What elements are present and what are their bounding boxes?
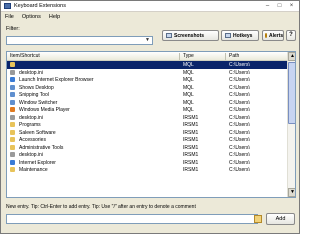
list-item[interactable]: Launch Internet Explorer Browser MQL C:\… [7,76,287,84]
list-item[interactable]: Accessories IRSM1 C:\Users\ [7,136,287,144]
new-entry-input[interactable] [6,214,258,224]
alerts-button[interactable]: Alerts [262,30,284,41]
media-player-icon [10,107,15,112]
list-item[interactable]: desktop.ini MQL C:\Users\ [7,69,287,77]
list-rows: MQL C:\Users\ desktop.ini MQL C:\Users\ … [7,61,287,174]
column-type-header[interactable]: Type [183,53,194,59]
list-item[interactable]: desktop.ini IRSM1 C:\Users\ [7,151,287,159]
maximize-button[interactable]: □ [275,3,284,10]
list-item[interactable]: Programs IRSM1 C:\Users\ [7,121,287,129]
list-item[interactable]: Maintenance IRSM1 C:\Users\ [7,166,287,174]
file-icon [10,69,15,75]
folder-icon [10,62,15,67]
app-window: Keyboard Extensions – □ × File Options H… [0,0,300,234]
window-title: Keyboard Extensions [14,3,66,9]
filter-combobox[interactable] [6,36,153,45]
add-button[interactable]: Add [266,213,295,225]
chevron-down-icon[interactable]: ▼ [143,37,152,44]
menu-bar: File Options Help [1,12,299,21]
column-divider[interactable] [179,53,180,60]
screenshots-label: Screenshots [174,32,205,39]
help-button[interactable]: ? [286,30,296,41]
minimize-button[interactable]: – [263,3,272,10]
close-button[interactable]: × [287,3,296,10]
folder-icon [10,137,15,142]
filter-label: Filter: [6,26,20,32]
folder-icon [10,129,15,135]
menu-options[interactable]: Options [22,14,41,20]
column-divider[interactable] [225,53,226,60]
list-item[interactable]: Windows Media Player MQL C:\Users\ [7,106,287,114]
list-item[interactable]: Window Switcher MQL C:\Users\ [7,99,287,107]
list-item[interactable]: Snipping Tool MQL C:\Users\ [7,91,287,99]
list-item[interactable]: MQL C:\Users\ [7,61,287,69]
scroll-up-icon[interactable]: ▲ [288,52,295,61]
desktop-icon [10,84,15,90]
keyboard-icon [225,33,231,38]
column-header: Item/Shortcut Type Path [7,52,287,61]
folder-icon [10,167,15,172]
menu-help[interactable]: Help [49,14,60,20]
vertical-scrollbar[interactable]: ▲ ▼ [287,52,295,197]
hotkeys-button[interactable]: Hotkeys [221,30,259,41]
list-item[interactable]: Internet Explorer IRSM1 C:\Users\ [7,159,287,167]
window-icon [10,99,15,105]
file-icon [10,114,15,120]
title-bar: Keyboard Extensions – □ × [1,1,299,12]
list-item[interactable]: Saleen Software IRSM1 C:\Users\ [7,129,287,137]
tip-text: New entry. Tip: Ctrl-Enter to add entry.… [6,204,196,210]
folder-icon [10,122,15,127]
keyboard-icon [4,3,11,9]
hotkeys-label: Hotkeys [233,32,253,39]
internet-explorer-icon [10,77,15,82]
screenshots-button[interactable]: Screenshots [162,30,219,41]
alert-icon [265,33,267,38]
entries-list[interactable]: Item/Shortcut Type Path MQL C:\Users\ de… [6,51,296,198]
column-path-header[interactable]: Path [229,53,239,59]
menu-file[interactable]: File [5,14,14,20]
scroll-down-icon[interactable]: ▼ [288,188,295,197]
list-item[interactable]: Shows Desktop MQL C:\Users\ [7,84,287,92]
scissors-icon [10,92,15,97]
folder-icon [10,144,15,150]
internet-explorer-icon [10,159,15,165]
list-item[interactable]: Administrative Tools IRSM1 C:\Users\ [7,144,287,152]
column-name-header[interactable]: Item/Shortcut [10,53,40,59]
list-item[interactable]: desktop.ini IRSM1 C:\Users\ [7,114,287,122]
scrollbar-thumb[interactable] [288,62,295,124]
folder-browse-icon[interactable] [254,215,262,223]
alerts-label: Alerts [269,32,284,39]
camera-icon [166,33,172,38]
file-icon [10,152,15,157]
